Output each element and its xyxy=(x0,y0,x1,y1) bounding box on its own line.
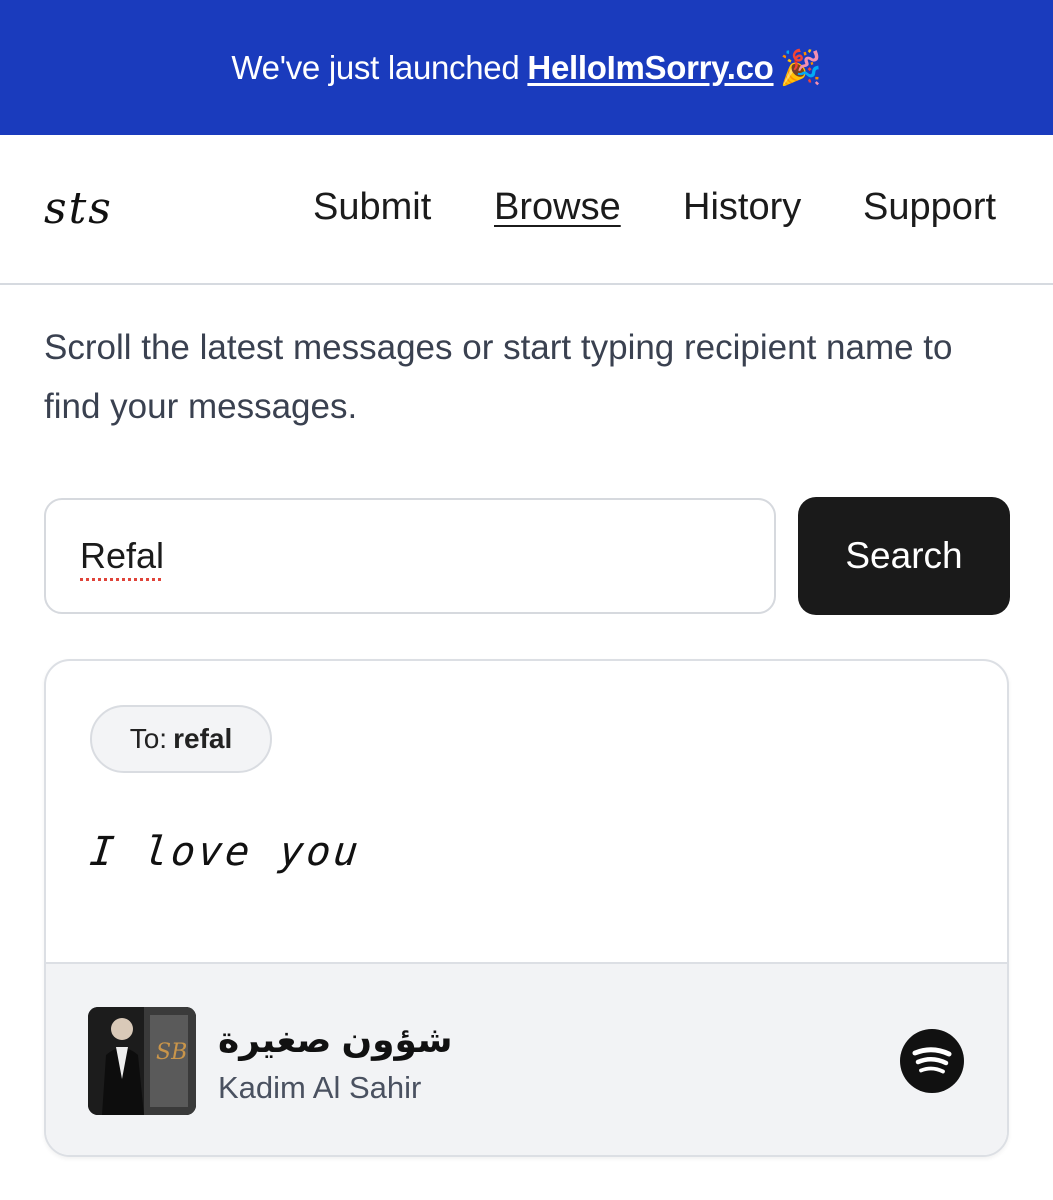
message-card[interactable]: To: refal I love you SB شؤون صغيرة Kadim… xyxy=(44,659,1009,1157)
svg-text:SB: SB xyxy=(156,1040,187,1065)
banner-link[interactable]: HelloImSorry.co xyxy=(527,49,773,87)
song-title: شؤون صغيرة xyxy=(218,1019,453,1060)
top-navigation: sts Submit Browse History Support xyxy=(0,135,1053,285)
nav-submit[interactable]: Submit xyxy=(313,186,431,229)
album-cover: SB xyxy=(88,1007,196,1115)
to-label: To: xyxy=(129,723,168,754)
nav-support[interactable]: Support xyxy=(863,186,996,229)
intro-text: Scroll the latest messages or start typi… xyxy=(44,328,953,426)
logo[interactable]: sts xyxy=(44,183,113,234)
message-text: I love you xyxy=(87,829,364,875)
spotify-icon[interactable] xyxy=(900,1029,964,1093)
search-input[interactable]: Refal xyxy=(44,498,776,614)
nav-history[interactable]: History xyxy=(683,186,801,229)
recipient-name: refal xyxy=(173,723,233,754)
search-button[interactable]: Search xyxy=(798,497,1010,615)
song-attachment[interactable]: SB شؤون صغيرة Kadim Al Sahir xyxy=(46,962,1007,1155)
song-artist: Kadim Al Sahir xyxy=(218,1070,422,1105)
banner-text: We've just launched xyxy=(231,48,520,86)
recipient-badge: To: refal xyxy=(90,705,272,773)
party-popper-icon: 🎉 xyxy=(779,48,822,87)
announcement-banner: We've just launched HelloImSorry.co 🎉 xyxy=(0,0,1053,135)
search-input-value: Refal xyxy=(80,535,165,576)
nav-browse[interactable]: Browse xyxy=(494,186,621,229)
